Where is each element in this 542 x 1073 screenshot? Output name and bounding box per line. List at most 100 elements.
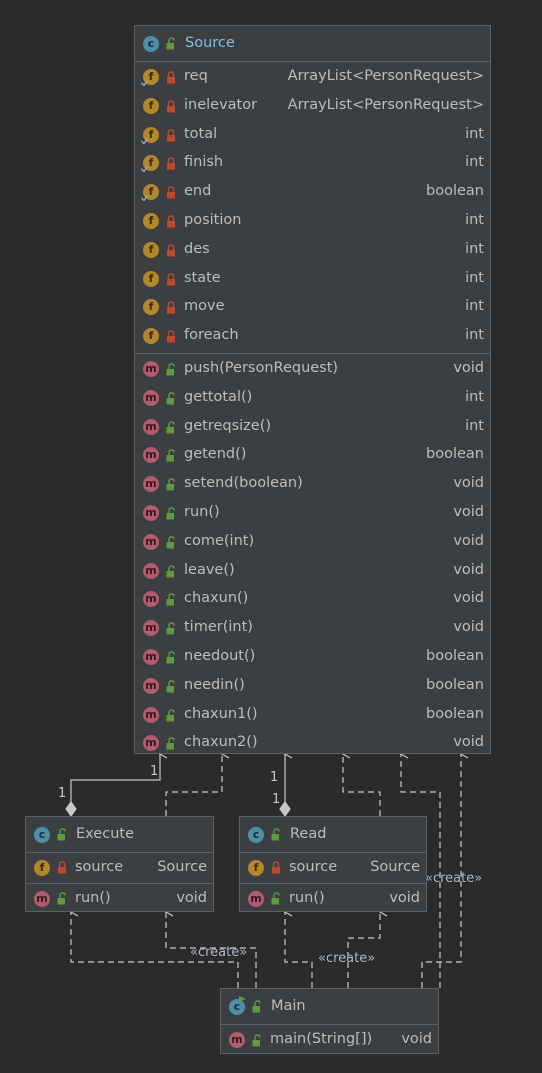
method-row[interactable]: m come(int) void xyxy=(135,528,490,557)
field-row[interactable]: f total int xyxy=(135,121,490,150)
field-row[interactable]: f des int xyxy=(135,236,490,265)
field-type: int xyxy=(465,125,484,142)
field-type: ArrayList<PersonRequest> xyxy=(287,96,484,113)
method-name: leave() xyxy=(184,561,235,578)
method-row[interactable]: m needout() boolean xyxy=(135,643,490,672)
field-row[interactable]: f finish int xyxy=(135,149,490,178)
public-unlock-icon xyxy=(166,536,175,549)
private-lock-icon xyxy=(167,244,175,257)
field-row[interactable]: f end boolean xyxy=(135,178,490,207)
method-row[interactable]: m needin() boolean xyxy=(135,672,490,701)
field-name: source xyxy=(289,859,338,875)
method-name: needin() xyxy=(184,676,245,693)
field-type: int xyxy=(465,298,484,315)
method-row[interactable]: m setend(boolean) void xyxy=(135,470,490,499)
class-read[interactable]: c Read f source Source m run() void xyxy=(239,816,427,912)
class-title: Execute xyxy=(76,826,134,842)
private-lock-icon xyxy=(167,186,175,199)
field-name: des xyxy=(184,240,210,257)
method-row[interactable]: m chaxun() void xyxy=(135,585,490,614)
return-type: boolean xyxy=(426,446,484,463)
multiplicity-execute-source: 1 xyxy=(58,786,67,801)
method-row[interactable]: m getend() boolean xyxy=(135,441,490,470)
public-unlock-icon xyxy=(166,593,175,606)
method-name: push(PersonRequest) xyxy=(184,359,339,376)
public-unlock-icon xyxy=(166,622,175,635)
method-name: timer(int) xyxy=(184,619,253,636)
method-row[interactable]: m getreqsize() int xyxy=(135,413,490,442)
field-type: ArrayList<PersonRequest> xyxy=(287,68,484,84)
field-icon: f xyxy=(143,241,159,258)
public-unlock-icon xyxy=(252,1000,261,1013)
method-row[interactable]: m gettotal() int xyxy=(135,384,490,413)
private-lock-icon xyxy=(272,861,280,874)
private-lock-icon xyxy=(167,330,175,343)
method-row[interactable]: m push(PersonRequest) void xyxy=(135,355,490,384)
field-type: Source xyxy=(370,859,420,875)
public-unlock-icon xyxy=(271,828,280,841)
field-type: int xyxy=(465,240,484,257)
return-type: void xyxy=(453,734,484,751)
field-icon: f xyxy=(34,860,50,876)
method-name: getend() xyxy=(184,446,247,463)
class-icon: c xyxy=(248,827,264,843)
final-marker-icon xyxy=(141,166,148,173)
field-row[interactable]: f source Source xyxy=(240,854,426,881)
field-type: int xyxy=(465,269,484,286)
method-row[interactable]: m run() void xyxy=(26,885,213,912)
method-row[interactable]: m timer(int) void xyxy=(135,614,490,643)
field-icon: f xyxy=(143,212,159,229)
method-icon: m xyxy=(143,677,159,694)
method-name: come(int) xyxy=(184,532,255,549)
field-row[interactable]: f inelevator ArrayList<PersonRequest> xyxy=(135,92,490,121)
fields-section: f req ArrayList<PersonRequest> f inelevator A… xyxy=(135,62,490,354)
class-main[interactable]: c Main m main(String[]) void xyxy=(220,988,439,1054)
field-row[interactable]: f state int xyxy=(135,265,490,294)
class-source[interactable]: c Source f req ArrayList<PersonRequest> f in… xyxy=(134,25,491,754)
public-unlock-icon xyxy=(57,892,66,905)
methods-section: m main(String[]) void xyxy=(221,1025,438,1056)
field-row[interactable]: f move int xyxy=(135,293,490,322)
class-title: Source xyxy=(185,35,235,51)
field-name: finish xyxy=(184,154,224,171)
class-title: Main xyxy=(271,998,306,1014)
field-type: int xyxy=(465,327,484,344)
field-name: foreach xyxy=(184,327,239,344)
method-name: needout() xyxy=(184,647,256,664)
field-icon: f xyxy=(143,299,159,316)
class-header: c Execute xyxy=(26,817,213,853)
class-icon: c xyxy=(143,36,159,52)
return-type: int xyxy=(465,388,484,405)
method-row[interactable]: m chaxun2() void xyxy=(135,729,490,758)
field-type: Source xyxy=(157,859,207,875)
method-row[interactable]: m chaxun1() boolean xyxy=(135,701,490,730)
field-row[interactable]: f position int xyxy=(135,207,490,236)
method-row[interactable]: m main(String[]) void xyxy=(221,1026,438,1054)
stereotype-create-main: «create» xyxy=(318,951,376,966)
method-name: chaxun() xyxy=(184,590,249,607)
field-row[interactable]: f foreach int xyxy=(135,322,490,351)
method-name: getreqsize() xyxy=(184,417,272,434)
stereotype-create-execute: «create» xyxy=(190,945,248,960)
method-name: run() xyxy=(184,503,220,520)
field-row[interactable]: f source Source xyxy=(26,854,213,881)
field-row[interactable]: f req ArrayList<PersonRequest> xyxy=(135,63,490,92)
method-row[interactable]: m run() void xyxy=(135,499,490,528)
class-execute[interactable]: c Execute f source Source m run() void xyxy=(25,816,214,912)
method-row[interactable]: m leave() void xyxy=(135,557,490,586)
composition-diamond-execute xyxy=(65,800,77,818)
public-unlock-icon xyxy=(166,392,175,405)
return-type: int xyxy=(465,417,484,434)
private-lock-icon xyxy=(167,301,175,314)
method-row[interactable]: m run() void xyxy=(240,885,426,912)
method-name: main(String[]) xyxy=(270,1031,373,1047)
methods-section: m run() void xyxy=(26,884,213,914)
return-type: boolean xyxy=(426,647,484,664)
method-icon: m xyxy=(143,620,159,637)
method-name: gettotal() xyxy=(184,388,253,405)
multiplicity-read-source: 1 xyxy=(272,792,281,807)
public-unlock-icon xyxy=(166,449,175,462)
edge-main-read-create xyxy=(347,912,380,988)
stereotype-create-read: «create» xyxy=(425,871,483,886)
return-type: void xyxy=(389,890,420,906)
